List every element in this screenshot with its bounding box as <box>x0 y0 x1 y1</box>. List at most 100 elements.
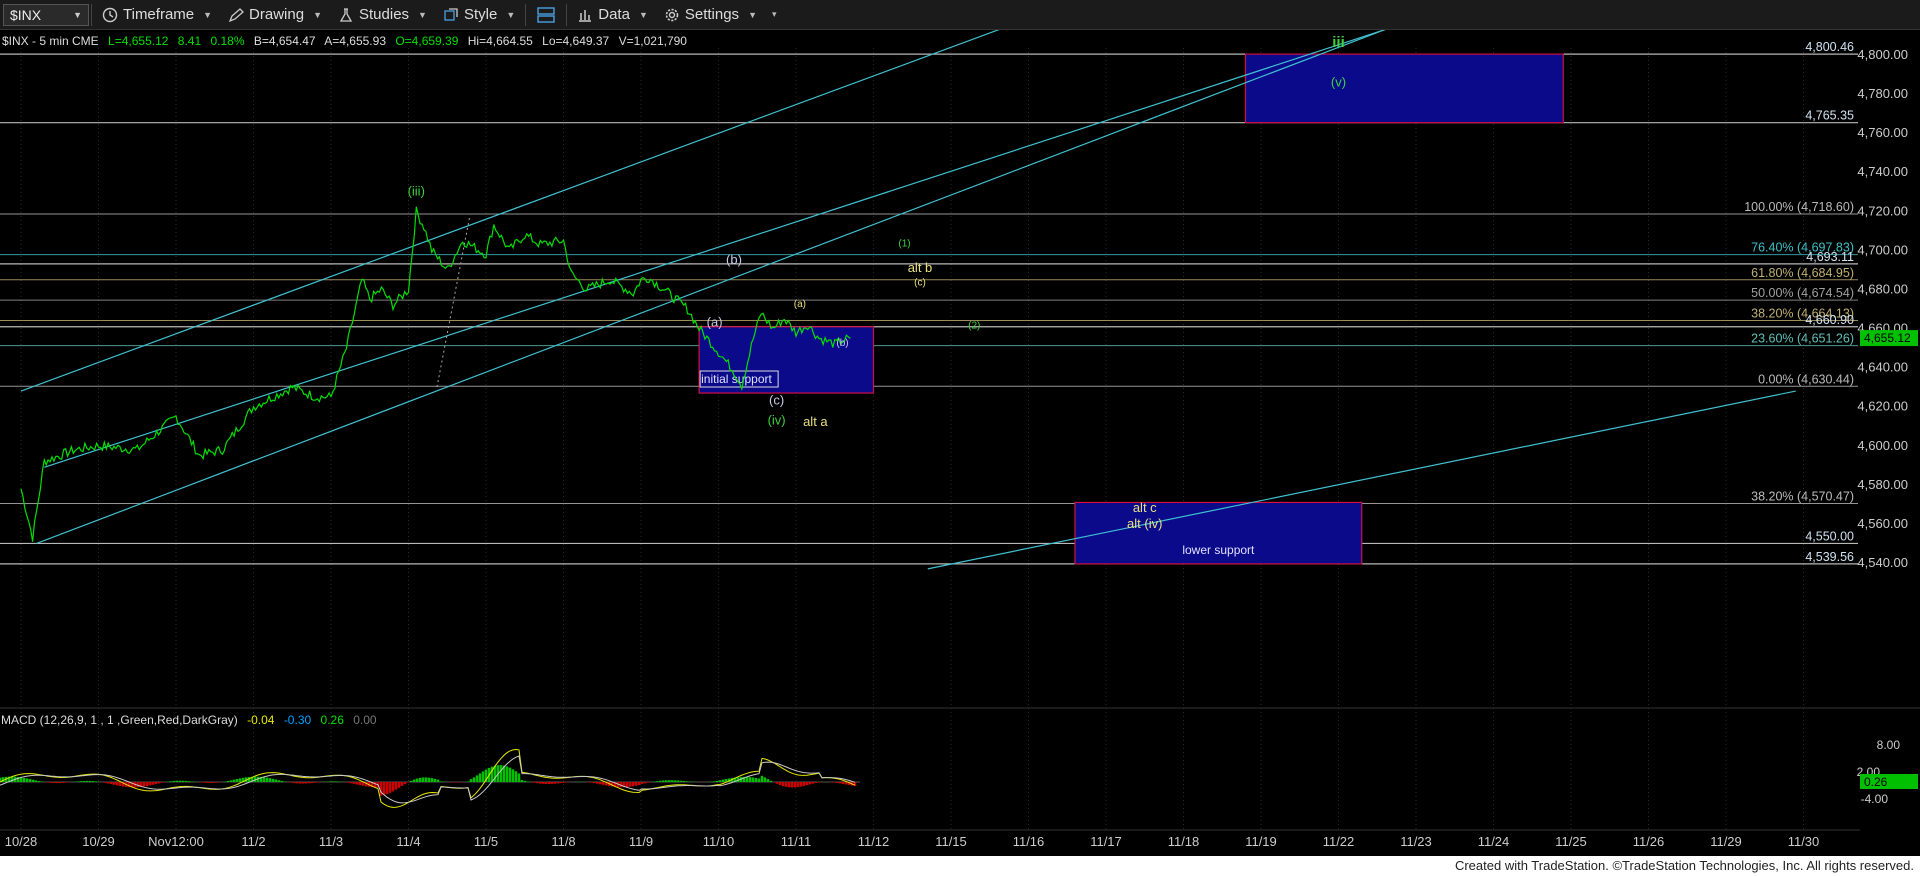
wave-label: iii <box>1332 34 1345 51</box>
style-icon <box>443 7 459 23</box>
y-tick-label: 4,780.00 <box>1857 86 1908 101</box>
chart-background <box>0 30 1920 856</box>
style-label: Style <box>463 6 498 23</box>
gear-icon <box>664 7 680 23</box>
y-tick-label: 4,620.00 <box>1857 399 1908 414</box>
x-tick-label: 10/28 <box>5 834 38 849</box>
x-tick-label: 11/5 <box>474 834 498 849</box>
y-tick-label: 4,640.00 <box>1857 360 1908 375</box>
wave-label: (a) <box>794 299 806 310</box>
level-label: 38.20% (4,570.47) <box>1751 489 1854 503</box>
x-tick-label: 11/10 <box>703 834 735 849</box>
low-price: Lo=4,649.37 <box>542 34 609 48</box>
toolbar-divider <box>566 3 568 26</box>
level-label: 100.00% (4,718.60) <box>1744 200 1854 214</box>
studies-label: Studies <box>359 6 410 23</box>
level-label: 50.00% (4,674.54) <box>1751 286 1854 300</box>
wave-label: alt b <box>908 260 933 275</box>
chevron-down-icon: ▼ <box>418 9 427 20</box>
chevron-down-icon: ▼ <box>203 9 213 20</box>
level-label: 4,550.00 <box>1805 529 1854 543</box>
flask-icon <box>338 7 354 23</box>
level-label: 4,660.90 <box>1805 313 1854 327</box>
layout-icon <box>536 6 556 24</box>
y-tick-label: 4,720.00 <box>1857 203 1908 218</box>
high-price: Hi=4,664.55 <box>468 34 533 48</box>
wave-label: (a) <box>707 315 723 330</box>
open-price: O=4,659.39 <box>395 34 458 48</box>
wave-label: alt (iv) <box>1127 516 1162 531</box>
timeframe-menu[interactable]: Timeframe ▼ <box>94 0 220 30</box>
bar-chart-icon <box>577 7 593 23</box>
wave-label: (c) <box>769 393 784 408</box>
level-label: 0.00% (4,630.44) <box>1758 372 1854 386</box>
chart-canvas[interactable]: initial supportlower support (iii)(b)(a)… <box>0 30 1920 856</box>
wave-label: alt a <box>803 414 828 429</box>
settings-menu[interactable]: Settings ▼ ▾ <box>656 0 785 30</box>
timeframe-label: Timeframe <box>123 6 195 23</box>
last-price: L=4,655.12 <box>108 34 169 48</box>
x-tick-label: 11/16 <box>1013 834 1045 849</box>
y-tick-label: 4,800.00 <box>1857 47 1908 62</box>
wave-label: (iii) <box>408 184 425 199</box>
wave-label: alt c <box>1133 500 1157 515</box>
x-tick-label: 11/24 <box>1478 834 1510 849</box>
x-tick-label: 11/17 <box>1090 834 1122 849</box>
x-tick-label: 11/18 <box>1168 834 1200 849</box>
x-tick-label: Nov12:00 <box>148 834 204 849</box>
x-tick-label: 11/29 <box>1710 834 1742 849</box>
level-label: 4,693.11 <box>1806 250 1854 264</box>
level-label: 61.80% (4,684.95) <box>1751 266 1854 280</box>
y-tick-label: 4,760.00 <box>1857 125 1908 140</box>
wave-label: (b) <box>726 252 742 267</box>
drawing-menu[interactable]: Drawing ▼ <box>220 0 330 30</box>
y-tick-label: 4,540.00 <box>1857 555 1908 570</box>
wave-label: (v) <box>1331 74 1346 89</box>
x-tick-label: 11/2 <box>241 834 265 849</box>
x-tick-label: 11/8 <box>551 834 575 849</box>
wave-label: (1) <box>898 238 910 249</box>
x-tick-label: 11/23 <box>1400 834 1432 849</box>
layout-button[interactable] <box>528 0 564 30</box>
x-tick-label: 10/29 <box>82 834 115 849</box>
wave-label: (c) <box>914 278 926 289</box>
macd-header: MACD (12,26,9, 1 , 1 ,Green,Red,DarkGray… <box>1 713 377 727</box>
drawing-label: Drawing <box>249 6 305 23</box>
level-label: 4,765.35 <box>1805 109 1854 123</box>
macd-axis-label: 8.00 <box>1877 738 1901 752</box>
macd-value-1: -0.04 <box>247 713 275 727</box>
y-tick-label: 4,700.00 <box>1857 242 1908 257</box>
wave-label: (2) <box>968 321 980 332</box>
style-menu[interactable]: Style ▼ <box>435 0 523 30</box>
x-tick-label: 11/9 <box>629 834 653 849</box>
wave-label: (iv) <box>768 412 786 427</box>
chevron-down-icon: ▼ <box>638 9 648 20</box>
toolbar: $INX ▼ Timeframe ▼ Drawing ▼ Studies ▼ S… <box>0 0 1920 30</box>
settings-label: Settings <box>684 6 740 23</box>
macd-last-tag-text: 0.26 <box>1864 775 1888 789</box>
studies-menu[interactable]: Studies ▼ <box>330 0 435 30</box>
data-menu[interactable]: Data ▼ <box>569 0 656 30</box>
toolbar-divider <box>525 3 527 26</box>
y-tick-label: 4,680.00 <box>1857 281 1908 296</box>
y-tick-label: 4,560.00 <box>1857 516 1908 531</box>
macd-value-4: 0.00 <box>353 713 377 727</box>
toolbar-divider <box>91 3 92 26</box>
x-tick-label: 11/19 <box>1245 834 1277 849</box>
x-tick-label: 11/25 <box>1555 834 1587 849</box>
x-tick-label: 11/26 <box>1633 834 1665 849</box>
chevron-down-icon: ▼ <box>748 9 757 20</box>
level-label: 4,539.56 <box>1805 550 1854 564</box>
x-tick-label: 11/22 <box>1323 834 1355 849</box>
symbol-info: $INX - 5 min CME <box>2 34 99 48</box>
macd-label: MACD (12,26,9, 1 , 1 ,Green,Red,DarkGray… <box>1 713 238 727</box>
x-tick-label: 11/4 <box>396 834 420 849</box>
macd-value-3: 0.26 <box>321 713 345 727</box>
copyright-text: Created with TradeStation. ©TradeStation… <box>1454 858 1914 873</box>
symbol-selector[interactable]: $INX ▼ <box>3 3 89 26</box>
pct-change: 0.18% <box>210 34 244 48</box>
bid-price: B=4,654.47 <box>254 34 316 48</box>
x-tick-label: 11/3 <box>319 834 343 849</box>
level-label: 23.60% (4,651.26) <box>1751 332 1854 346</box>
level-label: 4,800.46 <box>1805 40 1854 54</box>
